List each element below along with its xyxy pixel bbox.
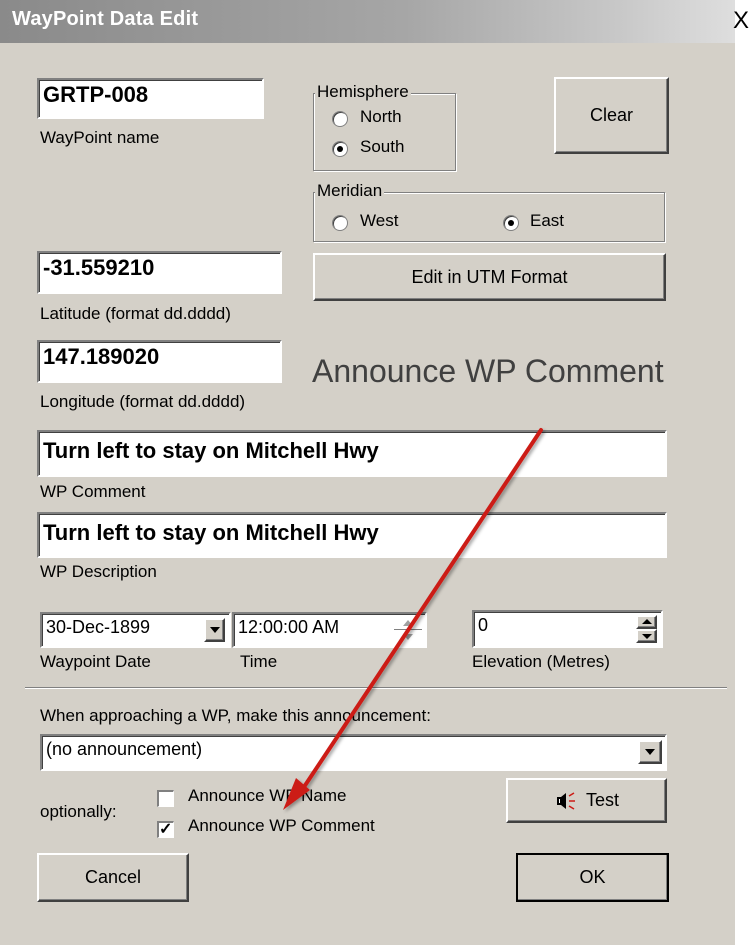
time-value: 12:00:00 AM bbox=[238, 617, 340, 637]
hemisphere-south-label: South bbox=[360, 137, 405, 156]
meridian-west-radio[interactable] bbox=[332, 215, 348, 231]
spin-down-arrow bbox=[642, 634, 652, 639]
window-edge bbox=[735, 43, 752, 945]
meridian-east-label: East bbox=[530, 211, 565, 230]
elevation-value: 0 bbox=[478, 615, 489, 635]
close-icon[interactable]: X bbox=[733, 4, 752, 37]
announce-comment-checkbox[interactable]: ✓ bbox=[157, 821, 174, 838]
spin-up-arrow bbox=[642, 619, 652, 624]
announcement-select[interactable]: (no announcement) bbox=[40, 734, 667, 771]
announcement-prompt: When approaching a WP, make this announc… bbox=[40, 706, 431, 725]
edit-utm-button[interactable]: Edit in UTM Format bbox=[313, 253, 666, 301]
waypoint-name-label: WayPoint name bbox=[40, 128, 160, 147]
meridian-legend: Meridian bbox=[315, 181, 385, 201]
ok-button[interactable]: OK bbox=[516, 853, 669, 902]
latitude-input[interactable]: -31.559210 bbox=[37, 251, 282, 294]
cancel-button[interactable]: Cancel bbox=[37, 853, 189, 902]
elevation-label: Elevation (Metres) bbox=[472, 652, 610, 671]
test-button-label: Test bbox=[585, 790, 619, 810]
speaker-icon bbox=[556, 791, 575, 810]
hemisphere-south-radio[interactable] bbox=[332, 141, 348, 157]
time-picker[interactable]: 12:00:00 AM bbox=[232, 612, 427, 648]
ok-button-label: OK bbox=[579, 867, 606, 887]
annotation-text: Announce WP Comment bbox=[312, 353, 664, 389]
hemisphere-group bbox=[313, 93, 456, 171]
window-title: WayPoint Data Edit bbox=[12, 8, 199, 30]
wp-comment-label: WP Comment bbox=[40, 482, 146, 501]
waypoint-name-input[interactable]: GRTP-008 bbox=[37, 78, 264, 119]
announce-name-label: Announce WP Name bbox=[188, 786, 347, 805]
hemisphere-north-radio[interactable] bbox=[332, 111, 348, 127]
wp-description-input[interactable]: Turn left to stay on Mitchell Hwy bbox=[37, 512, 667, 558]
cancel-button-label: Cancel bbox=[84, 867, 142, 887]
dropdown-arrow bbox=[210, 627, 220, 633]
latitude-label: Latitude (format dd.dddd) bbox=[40, 304, 231, 323]
longitude-label: Longitude (format dd.dddd) bbox=[40, 392, 246, 411]
optionally-label: optionally: bbox=[40, 802, 117, 821]
radio-selected-dot bbox=[508, 220, 514, 226]
elevation-input[interactable]: 0 bbox=[472, 610, 663, 648]
waypoint-date-picker[interactable]: 30-Dec-1899 bbox=[40, 612, 231, 648]
clear-button[interactable]: Clear bbox=[554, 77, 669, 154]
wp-comment-input[interactable]: Turn left to stay on Mitchell Hwy bbox=[37, 430, 667, 477]
spin-down-arrow[interactable] bbox=[403, 634, 413, 640]
spin-arrows-icon[interactable] bbox=[394, 617, 422, 645]
hemisphere-north-label: North bbox=[360, 107, 402, 126]
wp-description-label: WP Description bbox=[40, 562, 157, 581]
chevron-down-icon[interactable] bbox=[638, 740, 662, 764]
announce-name-checkbox[interactable] bbox=[157, 790, 174, 807]
time-label: Time bbox=[240, 652, 278, 671]
elevation-spin-up[interactable] bbox=[636, 615, 657, 629]
announcement-selected: (no announcement) bbox=[46, 739, 203, 759]
elevation-spin-down[interactable] bbox=[636, 629, 657, 643]
check-icon: ✓ bbox=[159, 821, 173, 838]
hemisphere-legend: Hemisphere bbox=[315, 82, 411, 102]
test-button[interactable]: Test bbox=[506, 778, 667, 823]
chevron-down-icon[interactable] bbox=[204, 618, 225, 642]
spin-divider bbox=[394, 629, 422, 630]
waypoint-date-label: Waypoint Date bbox=[40, 652, 151, 671]
dropdown-arrow bbox=[645, 749, 655, 755]
meridian-east-radio[interactable] bbox=[503, 215, 519, 231]
clear-button-label: Clear bbox=[589, 105, 633, 125]
meridian-west-label: West bbox=[360, 211, 399, 230]
edit-utm-button-label: Edit in UTM Format bbox=[411, 266, 568, 287]
waypoint-date-value: 30-Dec-1899 bbox=[46, 617, 151, 637]
radio-selected-dot bbox=[337, 146, 343, 152]
longitude-input[interactable]: 147.189020 bbox=[37, 340, 282, 383]
spin-up-arrow[interactable] bbox=[403, 620, 413, 626]
announce-comment-label: Announce WP Comment bbox=[188, 816, 375, 835]
section-divider bbox=[25, 687, 727, 689]
